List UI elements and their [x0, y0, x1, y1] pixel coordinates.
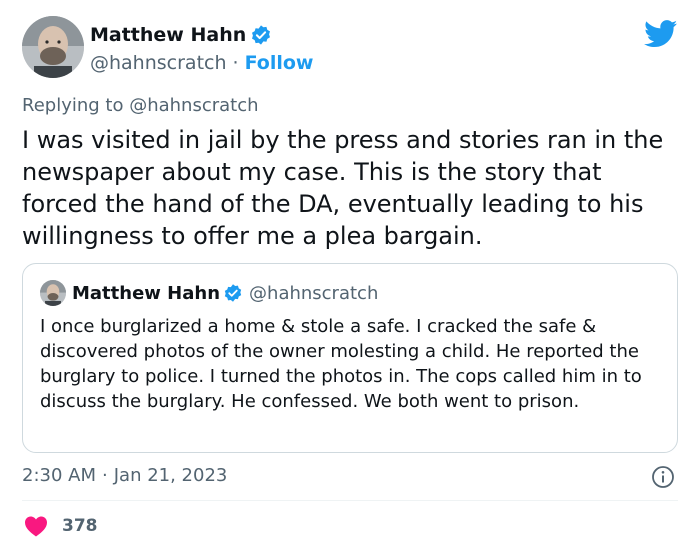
quoted-tweet-header: Matthew Hahn @hahnscratch	[40, 280, 378, 306]
quoted-tweet-text: I once burglarized a home & stole a safe…	[40, 316, 642, 412]
like-count: 378	[62, 516, 98, 536]
quoted-tweet[interactable]: Matthew Hahn @hahnscratch I once burglar…	[22, 263, 678, 453]
info-icon[interactable]	[651, 465, 675, 489]
timestamp-separator: ·	[102, 465, 108, 486]
avatar[interactable]	[22, 16, 84, 78]
author-handle[interactable]: @hahnscratch	[90, 52, 227, 74]
tweet-date: Jan 21, 2023	[113, 465, 228, 486]
quoted-avatar[interactable]	[40, 280, 66, 306]
tweet-time: 2:30 AM	[22, 465, 96, 486]
like-action[interactable]: 378	[24, 515, 98, 537]
display-name[interactable]: Matthew Hahn	[90, 24, 246, 46]
twitter-bird-icon[interactable]	[644, 20, 678, 48]
quoted-display-name[interactable]: Matthew Hahn	[72, 283, 220, 304]
replying-to[interactable]: Replying to @hahnscratch	[22, 95, 259, 116]
quoted-handle[interactable]: @hahnscratch	[249, 283, 378, 304]
handle-row: @hahnscratch · Follow	[90, 52, 313, 74]
divider	[22, 500, 678, 501]
handle-separator: ·	[232, 52, 239, 74]
verified-badge-icon	[250, 24, 272, 46]
heart-icon[interactable]	[24, 515, 48, 537]
tweet-timestamp[interactable]: 2:30 AM · Jan 21, 2023	[22, 465, 227, 486]
tweet-header: Matthew Hahn @hahnscratch · Follow	[22, 16, 682, 80]
follow-button[interactable]: Follow	[245, 52, 314, 74]
tweet-text: I was visited in jail by the press and s…	[22, 126, 664, 250]
name-row: Matthew Hahn	[90, 24, 272, 46]
tweet-card: Matthew Hahn @hahnscratch · Follow Reply…	[0, 0, 700, 555]
verified-badge-icon	[223, 283, 243, 303]
